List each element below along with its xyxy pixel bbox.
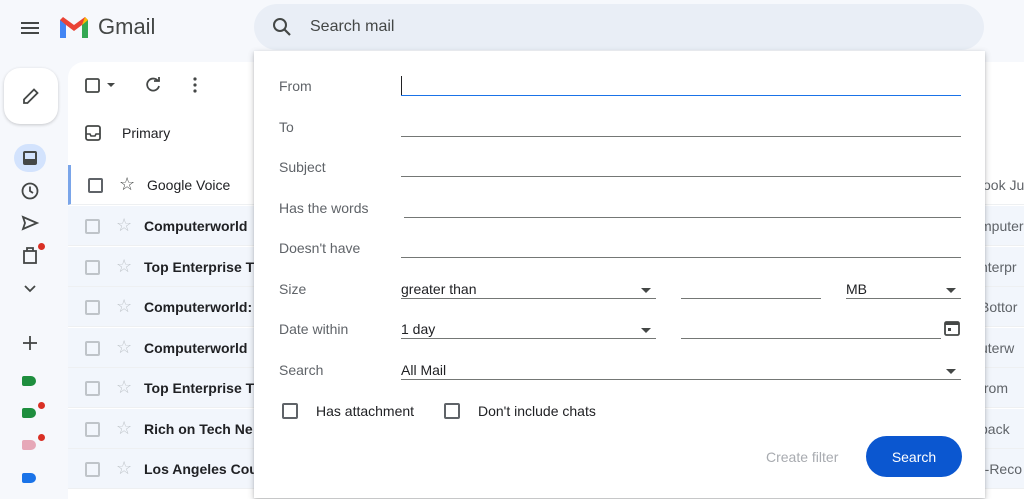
calendar-icon[interactable]	[943, 319, 961, 337]
search-scope-label: Search	[279, 362, 324, 378]
row-sender: Los Angeles Cou	[144, 461, 258, 477]
search-bar[interactable]: Search mail	[254, 4, 984, 50]
dont-include-chats-label: Don't include chats	[478, 403, 596, 419]
send-icon[interactable]	[20, 213, 40, 233]
has-attachment-checkbox[interactable]	[282, 403, 298, 419]
size-operator-underline	[401, 298, 656, 299]
size-unit-select[interactable]: MB	[846, 281, 867, 297]
row-sender: Top Enterprise T	[144, 259, 255, 275]
row-sender: Computerworld	[144, 218, 248, 234]
star-icon[interactable]: ☆	[116, 297, 132, 315]
clock-icon[interactable]	[20, 181, 40, 201]
date-within-underline	[401, 338, 656, 339]
checkbox-icon	[85, 78, 100, 93]
label-tag-icon[interactable]	[22, 473, 36, 483]
refresh-icon[interactable]	[144, 76, 162, 94]
star-icon[interactable]: ☆	[116, 338, 132, 356]
chevron-down-icon[interactable]	[20, 278, 40, 298]
doesnt-have-label: Doesn't have	[279, 240, 361, 256]
notification-dot	[38, 434, 45, 441]
inbox-icon	[23, 151, 37, 165]
dropdown-arrow-icon[interactable]	[946, 288, 956, 293]
search-scope-select[interactable]: All Mail	[401, 362, 446, 378]
row-sender: Google Voice	[147, 177, 231, 193]
text-cursor	[401, 76, 402, 95]
notification-dot	[38, 243, 45, 250]
dont-include-chats-checkbox[interactable]	[444, 403, 460, 419]
from-label: From	[279, 78, 312, 94]
compose-button[interactable]	[4, 68, 58, 124]
advanced-search-dialog: From To Subject Has the words Doesn't ha…	[254, 51, 985, 498]
dropdown-arrow-icon[interactable]	[641, 328, 651, 333]
gmail-logo[interactable]: Gmail	[58, 14, 155, 40]
doesnt-have-field[interactable]	[401, 257, 961, 258]
row-snippet: nterpr	[980, 259, 1017, 275]
row-sender: Computerworld	[144, 340, 248, 356]
plus-icon[interactable]	[20, 333, 40, 353]
row-sender: Top Enterprise T	[144, 380, 255, 396]
from-field[interactable]	[401, 95, 961, 96]
subject-label: Subject	[279, 159, 326, 175]
star-icon[interactable]: ☆	[116, 257, 132, 275]
star-icon[interactable]: ☆	[119, 175, 135, 193]
tab-primary[interactable]: Primary	[84, 124, 170, 142]
dropdown-arrow-icon[interactable]	[946, 369, 956, 374]
row-snippet: mputer	[980, 218, 1024, 234]
more-vert-icon[interactable]	[186, 76, 204, 94]
label-tag-icon[interactable]	[22, 440, 36, 450]
row-checkbox[interactable]	[85, 300, 100, 315]
pencil-icon	[23, 88, 39, 104]
row-snippet: Bottor	[980, 299, 1018, 315]
size-label: Size	[279, 281, 307, 297]
search-button[interactable]: Search	[866, 436, 962, 477]
row-checkbox[interactable]	[85, 260, 100, 275]
search-input[interactable]: Search mail	[310, 18, 394, 36]
star-icon[interactable]: ☆	[116, 459, 132, 477]
gmail-m-icon	[60, 17, 88, 38]
has-words-field[interactable]	[404, 217, 961, 218]
notification-dot	[38, 402, 45, 409]
row-checkbox[interactable]	[85, 381, 100, 396]
inbox-tab-icon	[85, 125, 101, 141]
app-name: Gmail	[98, 14, 156, 39]
star-icon[interactable]: ☆	[116, 216, 132, 234]
date-within-select[interactable]: 1 day	[401, 321, 435, 337]
row-snippet: uterw	[980, 340, 1015, 356]
star-icon[interactable]: ☆	[116, 378, 132, 396]
label-tag-icon[interactable]	[22, 376, 36, 386]
size-operator-select[interactable]: greater than	[401, 281, 477, 297]
row-checkbox[interactable]	[88, 178, 103, 193]
row-checkbox[interactable]	[85, 422, 100, 437]
tab-primary-label: Primary	[122, 125, 171, 141]
bag-icon[interactable]	[20, 245, 40, 265]
star-icon[interactable]: ☆	[116, 419, 132, 437]
inbox-nav[interactable]	[14, 144, 46, 172]
subject-field[interactable]	[401, 176, 961, 177]
date-field[interactable]	[681, 338, 941, 339]
create-filter-button[interactable]: Create filter	[766, 449, 838, 465]
to-label: To	[279, 119, 294, 135]
label-tag-icon[interactable]	[22, 408, 36, 418]
search-scope-underline	[401, 379, 961, 380]
row-checkbox[interactable]	[85, 341, 100, 356]
to-field[interactable]	[401, 136, 961, 137]
dropdown-arrow-icon[interactable]	[641, 288, 651, 293]
select-all-checkbox[interactable]	[84, 76, 102, 94]
date-within-label: Date within	[279, 321, 349, 337]
row-snippet: ook Ju	[983, 177, 1024, 193]
caret-down-icon[interactable]	[106, 80, 116, 90]
row-checkbox[interactable]	[85, 219, 100, 234]
size-unit-underline	[846, 298, 961, 299]
has-attachment-label: Has attachment	[316, 403, 415, 419]
row-checkbox[interactable]	[85, 462, 100, 477]
row-sender: Computerworld:	[144, 299, 253, 315]
has-words-label: Has the words	[279, 200, 369, 216]
size-value-field[interactable]	[681, 298, 821, 299]
row-sender: Rich on Tech Ne	[144, 421, 253, 437]
search-icon[interactable]	[272, 17, 292, 37]
main-menu-icon[interactable]	[20, 18, 40, 38]
row-snippet: r-Reco	[980, 461, 1023, 477]
